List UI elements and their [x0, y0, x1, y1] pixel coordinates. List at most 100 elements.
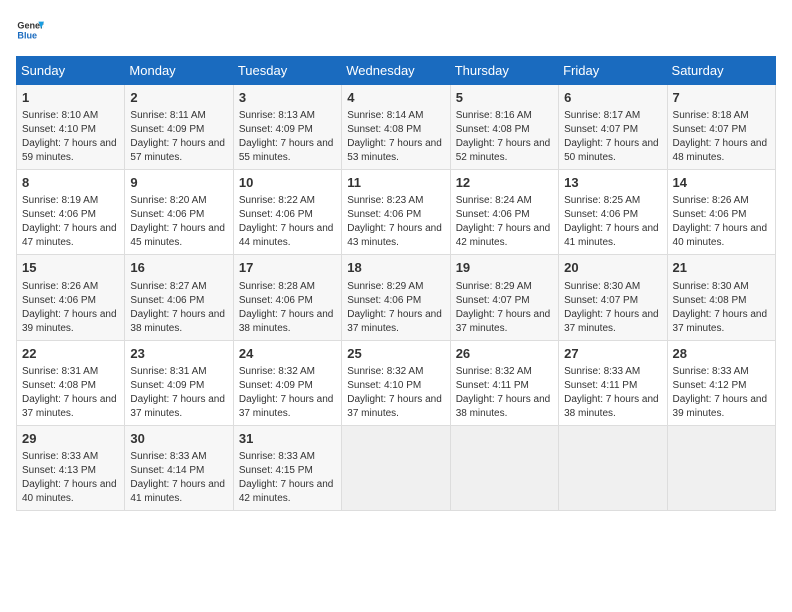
day-number: 10 — [239, 174, 336, 192]
calendar-day-cell: 3 Sunrise: 8:13 AM Sunset: 4:09 PM Dayli… — [233, 85, 341, 170]
calendar-day-cell: 13 Sunrise: 8:25 AM Sunset: 4:06 PM Dayl… — [559, 170, 667, 255]
day-number: 28 — [673, 345, 770, 363]
day-info: Sunrise: 8:30 AM Sunset: 4:08 PM Dayligh… — [673, 280, 770, 336]
weekday-header-friday: Friday — [559, 57, 667, 85]
day-number: 27 — [564, 345, 661, 363]
day-number: 17 — [239, 259, 336, 277]
day-number: 22 — [22, 345, 119, 363]
day-info: Sunrise: 8:29 AM Sunset: 4:07 PM Dayligh… — [456, 280, 553, 336]
day-number: 2 — [130, 89, 227, 107]
calendar-day-cell: 26 Sunrise: 8:32 AM Sunset: 4:11 PM Dayl… — [450, 340, 558, 425]
day-number: 21 — [673, 259, 770, 277]
calendar-day-cell: 6 Sunrise: 8:17 AM Sunset: 4:07 PM Dayli… — [559, 85, 667, 170]
day-info: Sunrise: 8:17 AM Sunset: 4:07 PM Dayligh… — [564, 109, 661, 165]
day-info: Sunrise: 8:32 AM Sunset: 4:11 PM Dayligh… — [456, 365, 553, 421]
calendar-day-cell: 30 Sunrise: 8:33 AM Sunset: 4:14 PM Dayl… — [125, 425, 233, 510]
day-info: Sunrise: 8:33 AM Sunset: 4:15 PM Dayligh… — [239, 450, 336, 506]
logo: General Blue — [16, 16, 44, 44]
day-number: 29 — [22, 430, 119, 448]
calendar-week-row: 29 Sunrise: 8:33 AM Sunset: 4:13 PM Dayl… — [17, 425, 776, 510]
day-info: Sunrise: 8:16 AM Sunset: 4:08 PM Dayligh… — [456, 109, 553, 165]
calendar-day-cell: 18 Sunrise: 8:29 AM Sunset: 4:06 PM Dayl… — [342, 255, 450, 340]
calendar-day-cell: 16 Sunrise: 8:27 AM Sunset: 4:06 PM Dayl… — [125, 255, 233, 340]
day-info: Sunrise: 8:33 AM Sunset: 4:14 PM Dayligh… — [130, 450, 227, 506]
day-info: Sunrise: 8:33 AM Sunset: 4:12 PM Dayligh… — [673, 365, 770, 421]
day-number: 23 — [130, 345, 227, 363]
day-info: Sunrise: 8:30 AM Sunset: 4:07 PM Dayligh… — [564, 280, 661, 336]
day-info: Sunrise: 8:28 AM Sunset: 4:06 PM Dayligh… — [239, 280, 336, 336]
day-number: 6 — [564, 89, 661, 107]
calendar-day-cell: 27 Sunrise: 8:33 AM Sunset: 4:11 PM Dayl… — [559, 340, 667, 425]
weekday-header-thursday: Thursday — [450, 57, 558, 85]
day-info: Sunrise: 8:18 AM Sunset: 4:07 PM Dayligh… — [673, 109, 770, 165]
calendar-week-row: 22 Sunrise: 8:31 AM Sunset: 4:08 PM Dayl… — [17, 340, 776, 425]
calendar-day-cell — [559, 425, 667, 510]
day-info: Sunrise: 8:14 AM Sunset: 4:08 PM Dayligh… — [347, 109, 444, 165]
calendar-day-cell: 23 Sunrise: 8:31 AM Sunset: 4:09 PM Dayl… — [125, 340, 233, 425]
day-info: Sunrise: 8:19 AM Sunset: 4:06 PM Dayligh… — [22, 194, 119, 250]
weekday-header-monday: Monday — [125, 57, 233, 85]
day-info: Sunrise: 8:20 AM Sunset: 4:06 PM Dayligh… — [130, 194, 227, 250]
day-info: Sunrise: 8:26 AM Sunset: 4:06 PM Dayligh… — [673, 194, 770, 250]
calendar-day-cell: 25 Sunrise: 8:32 AM Sunset: 4:10 PM Dayl… — [342, 340, 450, 425]
day-info: Sunrise: 8:10 AM Sunset: 4:10 PM Dayligh… — [22, 109, 119, 165]
day-number: 26 — [456, 345, 553, 363]
calendar-day-cell: 29 Sunrise: 8:33 AM Sunset: 4:13 PM Dayl… — [17, 425, 125, 510]
day-number: 19 — [456, 259, 553, 277]
calendar-header-row: SundayMondayTuesdayWednesdayThursdayFrid… — [17, 57, 776, 85]
day-info: Sunrise: 8:22 AM Sunset: 4:06 PM Dayligh… — [239, 194, 336, 250]
day-info: Sunrise: 8:33 AM Sunset: 4:13 PM Dayligh… — [22, 450, 119, 506]
calendar-day-cell: 10 Sunrise: 8:22 AM Sunset: 4:06 PM Dayl… — [233, 170, 341, 255]
day-info: Sunrise: 8:31 AM Sunset: 4:08 PM Dayligh… — [22, 365, 119, 421]
calendar-day-cell: 12 Sunrise: 8:24 AM Sunset: 4:06 PM Dayl… — [450, 170, 558, 255]
day-number: 4 — [347, 89, 444, 107]
calendar-day-cell: 15 Sunrise: 8:26 AM Sunset: 4:06 PM Dayl… — [17, 255, 125, 340]
calendar-day-cell: 7 Sunrise: 8:18 AM Sunset: 4:07 PM Dayli… — [667, 85, 775, 170]
day-number: 11 — [347, 174, 444, 192]
day-number: 8 — [22, 174, 119, 192]
day-number: 1 — [22, 89, 119, 107]
calendar-day-cell: 28 Sunrise: 8:33 AM Sunset: 4:12 PM Dayl… — [667, 340, 775, 425]
day-number: 14 — [673, 174, 770, 192]
day-number: 15 — [22, 259, 119, 277]
logo-icon: General Blue — [16, 16, 44, 44]
day-number: 31 — [239, 430, 336, 448]
calendar-week-row: 15 Sunrise: 8:26 AM Sunset: 4:06 PM Dayl… — [17, 255, 776, 340]
weekday-header-sunday: Sunday — [17, 57, 125, 85]
calendar-day-cell: 14 Sunrise: 8:26 AM Sunset: 4:06 PM Dayl… — [667, 170, 775, 255]
day-info: Sunrise: 8:11 AM Sunset: 4:09 PM Dayligh… — [130, 109, 227, 165]
calendar-day-cell: 24 Sunrise: 8:32 AM Sunset: 4:09 PM Dayl… — [233, 340, 341, 425]
calendar-day-cell: 20 Sunrise: 8:30 AM Sunset: 4:07 PM Dayl… — [559, 255, 667, 340]
day-number: 20 — [564, 259, 661, 277]
calendar-day-cell: 1 Sunrise: 8:10 AM Sunset: 4:10 PM Dayli… — [17, 85, 125, 170]
day-info: Sunrise: 8:29 AM Sunset: 4:06 PM Dayligh… — [347, 280, 444, 336]
calendar-week-row: 8 Sunrise: 8:19 AM Sunset: 4:06 PM Dayli… — [17, 170, 776, 255]
page-header: General Blue — [16, 16, 776, 44]
weekday-header-saturday: Saturday — [667, 57, 775, 85]
calendar-week-row: 1 Sunrise: 8:10 AM Sunset: 4:10 PM Dayli… — [17, 85, 776, 170]
calendar-day-cell: 19 Sunrise: 8:29 AM Sunset: 4:07 PM Dayl… — [450, 255, 558, 340]
day-number: 5 — [456, 89, 553, 107]
calendar-day-cell: 22 Sunrise: 8:31 AM Sunset: 4:08 PM Dayl… — [17, 340, 125, 425]
calendar-day-cell: 9 Sunrise: 8:20 AM Sunset: 4:06 PM Dayli… — [125, 170, 233, 255]
day-info: Sunrise: 8:33 AM Sunset: 4:11 PM Dayligh… — [564, 365, 661, 421]
day-info: Sunrise: 8:27 AM Sunset: 4:06 PM Dayligh… — [130, 280, 227, 336]
day-number: 12 — [456, 174, 553, 192]
day-number: 16 — [130, 259, 227, 277]
calendar-day-cell: 4 Sunrise: 8:14 AM Sunset: 4:08 PM Dayli… — [342, 85, 450, 170]
day-info: Sunrise: 8:23 AM Sunset: 4:06 PM Dayligh… — [347, 194, 444, 250]
day-info: Sunrise: 8:24 AM Sunset: 4:06 PM Dayligh… — [456, 194, 553, 250]
calendar-day-cell: 31 Sunrise: 8:33 AM Sunset: 4:15 PM Dayl… — [233, 425, 341, 510]
calendar-day-cell: 2 Sunrise: 8:11 AM Sunset: 4:09 PM Dayli… — [125, 85, 233, 170]
calendar-day-cell: 21 Sunrise: 8:30 AM Sunset: 4:08 PM Dayl… — [667, 255, 775, 340]
day-info: Sunrise: 8:13 AM Sunset: 4:09 PM Dayligh… — [239, 109, 336, 165]
day-number: 30 — [130, 430, 227, 448]
day-info: Sunrise: 8:32 AM Sunset: 4:10 PM Dayligh… — [347, 365, 444, 421]
day-number: 24 — [239, 345, 336, 363]
calendar-table: SundayMondayTuesdayWednesdayThursdayFrid… — [16, 56, 776, 511]
weekday-header-tuesday: Tuesday — [233, 57, 341, 85]
svg-text:Blue: Blue — [17, 30, 37, 40]
day-info: Sunrise: 8:32 AM Sunset: 4:09 PM Dayligh… — [239, 365, 336, 421]
day-number: 9 — [130, 174, 227, 192]
calendar-day-cell: 17 Sunrise: 8:28 AM Sunset: 4:06 PM Dayl… — [233, 255, 341, 340]
